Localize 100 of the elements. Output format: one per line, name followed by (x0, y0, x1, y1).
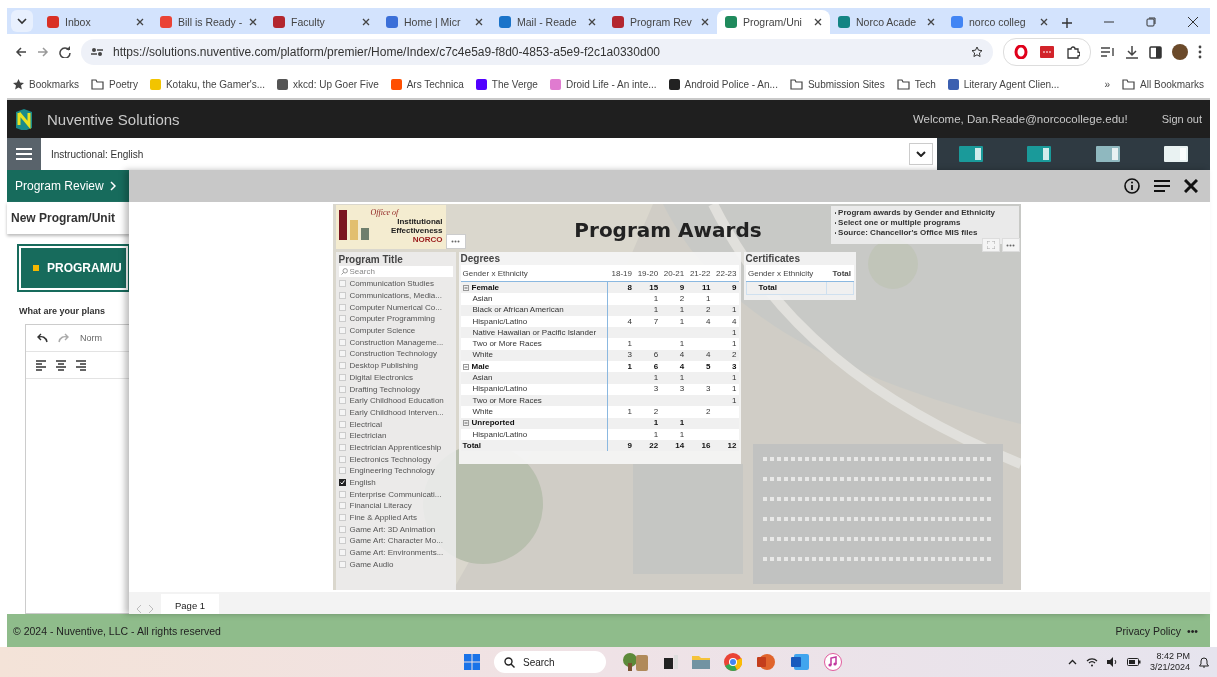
browser-tab[interactable]: Mail - Reade (491, 10, 604, 34)
column-header[interactable]: 21-22 (686, 265, 713, 282)
checkbox-label[interactable]: Computer Numerical Co... (349, 302, 442, 312)
breadcrumb-link[interactable]: Program Review (7, 170, 130, 202)
bookmark-label[interactable]: Tech (914, 78, 936, 90)
opera-icon[interactable] (1014, 45, 1028, 59)
align-left-icon[interactable] (36, 359, 46, 371)
checkbox-label[interactable]: Electrician (349, 431, 387, 441)
checkbox-label[interactable]: Communications, Media... (349, 291, 442, 301)
checkbox-label[interactable]: Game Art: Environments... (349, 548, 444, 558)
checkbox-label[interactable]: Drafting Technology (349, 384, 421, 394)
bookmark-label[interactable]: xkcd: Up Goer Five (293, 78, 379, 90)
close-icon[interactable] (701, 18, 709, 26)
close-icon[interactable] (927, 18, 935, 26)
checkbox-label[interactable]: Financial Literacy (349, 501, 412, 511)
column-header[interactable]: 18-19 (607, 265, 634, 282)
column-header[interactable]: Gender x Ethnicity (746, 265, 827, 282)
browser-tab[interactable]: Home | Micr (378, 10, 491, 34)
folder-icon[interactable] (691, 655, 710, 669)
close-icon[interactable] (1040, 18, 1048, 26)
checkbox-label[interactable]: Game Audio (349, 559, 394, 569)
task-view-icon[interactable] (663, 655, 678, 669)
checkbox-label[interactable]: English (349, 478, 376, 488)
checkbox-label[interactable]: Early Childhood Education (349, 396, 444, 406)
checkbox-label[interactable]: Electronics Technology (349, 454, 432, 464)
lines-icon[interactable] (1154, 180, 1170, 192)
close-icon[interactable] (475, 18, 483, 26)
checkbox-label[interactable]: Construction Technology (349, 349, 437, 359)
section-button[interactable]: PROGRAM/U (17, 244, 130, 292)
search-field[interactable]: Search (493, 651, 606, 673)
presentation-icon[interactable] (755, 653, 776, 671)
side-panel-icon[interactable] (1149, 45, 1162, 59)
undo-icon[interactable] (36, 333, 48, 343)
chevron-up-icon[interactable] (1067, 659, 1077, 665)
checkbox-label[interactable]: Fine & Applied Arts (349, 513, 418, 523)
browser-tab[interactable]: Inbox (39, 10, 152, 34)
column-header[interactable]: 22-23 (712, 265, 739, 282)
puzzle-icon[interactable] (1066, 45, 1080, 59)
bookmark-label[interactable]: All Bookmarks (1140, 78, 1204, 90)
align-right-icon[interactable] (76, 359, 86, 371)
close-icon[interactable] (136, 18, 144, 26)
column-header[interactable]: 20-21 (660, 265, 687, 282)
column-header[interactable]: Gender x Ethnicity (460, 265, 608, 282)
checkbox-label[interactable]: Computer Programming (349, 314, 435, 324)
address-bar[interactable]: https://solutions.nuventive.com/platform/premier/Home/Index/c7c4e5a9-f8d0-4853-a5e9-f2c1a0330d00 (81, 39, 993, 65)
browser-tab[interactable]: Bill is Ready - (152, 10, 265, 34)
menu-button[interactable] (7, 138, 41, 170)
bookmark-label[interactable]: Literary Agent Clien... (963, 78, 1060, 90)
site-info-icon[interactable] (91, 47, 103, 57)
close-icon[interactable] (1184, 179, 1198, 193)
back-icon[interactable] (15, 46, 27, 58)
checkbox[interactable] (338, 479, 346, 487)
close-icon[interactable] (362, 18, 370, 26)
new-tab-icon[interactable] (1062, 18, 1072, 28)
browser-tab[interactable]: Program/Uni (717, 10, 830, 34)
checkbox-label[interactable]: Electrical (349, 419, 382, 429)
checkbox-label[interactable]: Game Art: 3D Animation (349, 524, 436, 534)
page-tab[interactable]: Page 1 (161, 594, 220, 614)
close-icon[interactable] (1188, 17, 1198, 27)
bookmark-label[interactable]: Android Police - An... (684, 78, 778, 90)
column-header[interactable]: Total (826, 265, 853, 282)
unit-select[interactable]: Instructional: English (41, 138, 937, 170)
style-dropdown[interactable]: Norm (80, 333, 102, 343)
info-icon[interactable] (1124, 178, 1140, 194)
bookmark-label[interactable]: Bookmarks (29, 78, 79, 90)
star-icon[interactable] (971, 46, 983, 58)
bell-icon[interactable] (1199, 656, 1209, 668)
sign-out-link[interactable]: Sign out (1161, 113, 1202, 125)
bookmark-label[interactable]: Droid Life - An inte... (565, 78, 657, 90)
media-icon[interactable] (1101, 46, 1115, 58)
forward-icon[interactable] (37, 46, 49, 58)
music-icon[interactable] (823, 653, 842, 671)
privacy-policy-link[interactable]: Privacy Policy (1115, 624, 1181, 637)
bookmark-label[interactable]: Submission Sites (807, 78, 885, 90)
checkbox-label[interactable]: Digital Electronics (349, 372, 414, 382)
checkbox-label[interactable]: Game Art: Character Mo... (349, 536, 443, 546)
browser-tab[interactable]: Program Rev (604, 10, 717, 34)
browser-tab[interactable]: Faculty (265, 10, 378, 34)
browser-tab[interactable]: norco colleg (943, 10, 1056, 34)
align-center-icon[interactable] (56, 359, 66, 371)
more-bookmarks-button[interactable]: » (1104, 78, 1111, 90)
wifi-icon[interactable] (1085, 657, 1098, 667)
collapse-icon[interactable] (462, 363, 469, 370)
checkbox-label[interactable]: Enterprise Communicati... (349, 489, 442, 499)
reload-icon[interactable] (59, 46, 71, 58)
tab-search-button[interactable] (11, 10, 33, 32)
bookmark-label[interactable]: Kotaku, the Gamer's... (165, 78, 266, 90)
bookmark-label[interactable]: The Verge (491, 78, 538, 90)
clock[interactable]: 8:42 PM 3/21/2024 (1149, 651, 1190, 673)
checkbox-label[interactable]: Communication Studies (349, 279, 434, 289)
checkbox-label[interactable]: Engineering Technology (349, 466, 435, 476)
close-icon[interactable] (249, 18, 257, 26)
battery-icon[interactable] (1126, 658, 1141, 666)
checkbox-label[interactable]: Early Childhood Interven... (349, 407, 444, 417)
browser-tab[interactable]: Norco Acade (830, 10, 943, 34)
more-button[interactable]: ••• (1186, 624, 1198, 637)
close-icon[interactable] (588, 18, 596, 26)
column-header[interactable]: 19-20 (634, 265, 661, 282)
checkbox-label[interactable]: Electrician Apprenticeship (349, 442, 442, 452)
menu-icon[interactable] (1198, 45, 1202, 59)
